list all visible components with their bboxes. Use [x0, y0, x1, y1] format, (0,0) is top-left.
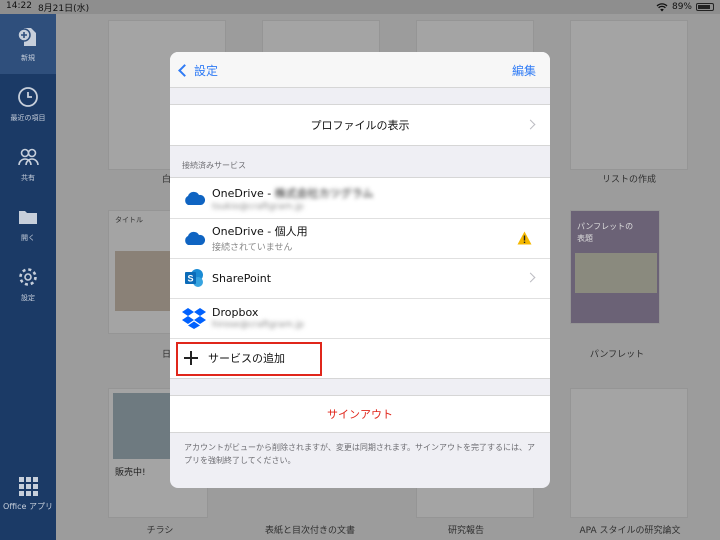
sidebar-item-recent[interactable]: 最近の項目 — [0, 74, 56, 134]
edit-button[interactable]: 編集 — [512, 52, 536, 88]
service-row-sharepoint[interactable]: S SharePoint — [170, 258, 550, 298]
onedrive-cloud-icon — [180, 224, 208, 252]
status-bar: 14:22 8月21日(水) 89% — [0, 0, 720, 14]
people-icon — [18, 148, 39, 166]
signout-footnote: アカウントがビューから削除されますが、変更は同期されます。サインアウトを完了する… — [184, 443, 536, 465]
status-date: 8月21日(水) — [37, 3, 90, 14]
new-document-icon — [17, 28, 36, 46]
sidebar-item-open[interactable]: 開く — [0, 194, 56, 254]
service-subtitle: 接続されていません — [212, 243, 293, 253]
sidebar-item-label: 最近の項目 — [10, 114, 46, 122]
template-label: 表紙と目次付きの文書 — [264, 526, 355, 536]
service-title: SharePoint — [212, 271, 272, 285]
back-label: 設定 — [194, 63, 219, 78]
sidebar-item-shared[interactable]: 共有 — [0, 134, 56, 194]
sidebar: 新規 最近の項目 共有 開く 設定 Office アプリ — [0, 14, 56, 540]
chevron-right-icon — [525, 119, 536, 130]
chevron-left-icon — [178, 63, 191, 77]
template-label: チラシ — [146, 526, 174, 536]
sidebar-item-office-apps[interactable]: Office アプリ — [0, 477, 56, 512]
sharepoint-icon: S — [180, 264, 208, 292]
template-label: パンフレット — [589, 350, 645, 360]
battery-fill — [698, 5, 711, 9]
profile-group: プロファイルの表示 — [170, 104, 550, 146]
service-title: OneDrive - — [212, 186, 275, 200]
sidebar-item-new[interactable]: 新規 — [0, 14, 56, 74]
template-thumb[interactable] — [570, 388, 688, 518]
sidebar-item-label: 開く — [21, 234, 35, 242]
sidebar-item-settings[interactable]: 設定 — [0, 254, 56, 314]
signout-button[interactable]: サインアウト — [170, 396, 550, 432]
highlight-box — [176, 342, 322, 376]
template-thumb-list[interactable] — [570, 20, 688, 170]
folder-icon — [19, 211, 37, 224]
section-header-connected-services: 接続済みサービス — [182, 161, 246, 170]
service-row-onedrive-personal[interactable]: OneDrive - 個人用 接続されていません — [170, 218, 550, 258]
pamphlet-title: パンフレットの 表題 — [577, 222, 634, 243]
view-profile-row[interactable]: プロファイルの表示 — [170, 105, 550, 145]
modal-navbar: 設定 編集 — [170, 52, 550, 88]
status-time: 14:22 — [6, 0, 32, 11]
battery-icon — [696, 3, 714, 11]
template-label: 研究報告 — [447, 526, 484, 536]
service-row-onedrive-business[interactable]: OneDrive - 株式会社カツグラム tsukio@craftgram.jp — [170, 178, 550, 218]
diary-title: タイトル — [115, 216, 143, 224]
battery-percent: 89% — [671, 2, 692, 12]
gear-icon — [19, 268, 37, 286]
services-group: OneDrive - 株式会社カツグラム tsukio@craftgram.jp… — [170, 177, 550, 379]
chevron-right-icon — [525, 272, 536, 283]
service-subtitle-redacted: tsukio@craftgram.jp — [212, 201, 304, 212]
wifi-icon — [656, 2, 668, 11]
service-subtitle-redacted: hirose@craftgram.jp — [212, 320, 304, 330]
service-title: Dropbox — [212, 306, 259, 319]
svg-text:S: S — [187, 274, 193, 284]
app-grid-icon — [18, 477, 38, 496]
office-apps-label: Office アプリ — [3, 502, 53, 511]
pamphlet-photo — [575, 253, 657, 293]
sidebar-item-label: 設定 — [21, 294, 35, 302]
service-title-redacted: 株式会社カツグラム — [274, 186, 374, 200]
clock-icon — [18, 87, 38, 107]
template-thumb-pamphlet[interactable]: パンフレットの 表題 — [570, 210, 660, 324]
view-profile-label: プロファイルの表示 — [310, 119, 410, 132]
service-row-dropbox[interactable]: Dropbox hirose@craftgram.jp — [170, 298, 550, 338]
template-label: APA スタイルの研究論文 — [579, 526, 681, 536]
settings-modal: 設定 編集 プロファイルの表示 接続済みサービス OneDrive - 株式会社… — [170, 52, 550, 488]
sidebar-item-label: 新規 — [21, 54, 35, 62]
flyer-title: 販売中! — [115, 468, 146, 478]
service-title: OneDrive - 個人用 — [212, 225, 308, 238]
warning-icon — [517, 231, 532, 245]
back-button[interactable]: 設定 — [178, 52, 218, 88]
onedrive-cloud-icon — [180, 184, 208, 212]
template-label: リストの作成 — [601, 175, 656, 185]
add-service-row[interactable]: サービスの追加 — [170, 338, 550, 378]
dropbox-icon — [180, 304, 208, 332]
signout-group: サインアウト — [170, 395, 550, 433]
sidebar-item-label: 共有 — [21, 174, 35, 182]
